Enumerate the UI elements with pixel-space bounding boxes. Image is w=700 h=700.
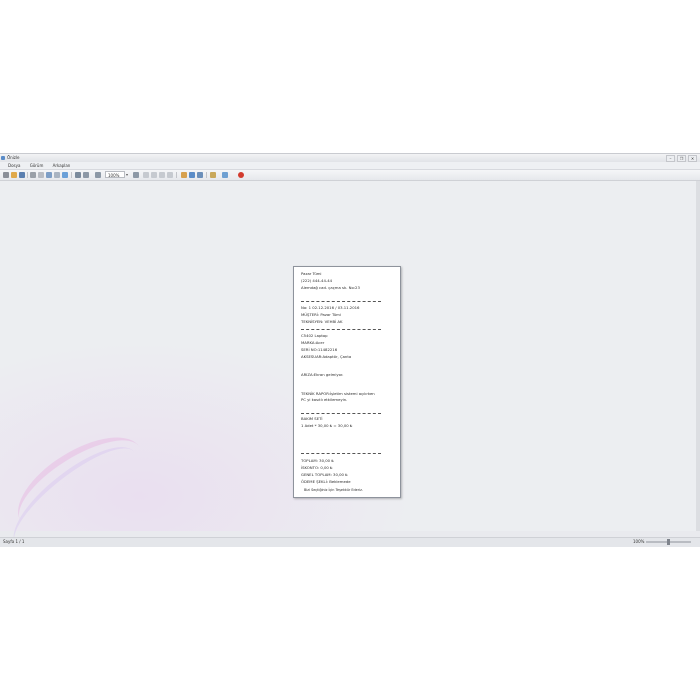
separator-line [301,301,381,302]
accessories-line: AKSESUAR:Adaptör, Çanta [301,354,352,359]
thanks-line: Bizi Seçtiğiniz İçin Teşekkür Ederiz. [304,488,363,492]
receipt-number-dates: No: 1 02.12.2016 / 03.11.2016 [301,305,360,310]
shop-phone: (222) 444-44-44 [301,278,333,283]
toolbar: 100% ▾ [0,170,700,181]
shop-address: Alemdağ cad. çaçma sk. No:23 [301,285,360,290]
watermark-icon[interactable] [189,172,195,178]
export-icon[interactable] [54,172,60,178]
multiple-pages-icon[interactable] [197,172,203,178]
separator-line [301,413,381,414]
shop-name: Pazar Tümi [301,271,322,276]
open-icon[interactable] [11,172,17,178]
toolbar-separator [206,172,207,178]
total-line: TOPLAM: 30,00 ₺ [301,458,334,463]
receipt-page: Pazar Tümi (222) 444-44-44 Alemdağ cad. … [293,266,401,498]
toolbar-separator [27,172,28,178]
hand-tool-icon[interactable] [75,172,81,178]
maintenance-line: 1 Adet * 30,00 ₺ = 30,00 ₺ [301,423,353,428]
page-setup-icon[interactable] [30,172,36,178]
print-preview-icon[interactable] [38,172,44,178]
preview-window: Önizle – ❐ ✕ Dosya Görüm Arkaplan 100% ▾ [0,153,700,566]
customer-line: MÜŞTERİ: Pazar Tümi [301,312,341,317]
technician-line: TEKNİSYEN: VEHBİ AK [301,319,343,324]
app-icon [1,156,5,160]
print-icon[interactable] [3,172,9,178]
brand-line: MARKA:Acer [301,340,325,345]
minimize-button[interactable]: – [666,155,675,162]
page-color-icon[interactable] [181,172,187,178]
previous-page-icon[interactable] [151,172,157,178]
discount-line: İSKONTO: 0,00 ₺ [301,465,333,470]
fault-line: ARIZA:Ekran gelmiyor. [301,372,344,377]
email-icon[interactable] [62,172,68,178]
window-controls: – ❐ ✕ [666,155,697,162]
send-dropdown-icon[interactable] [222,172,228,178]
separator-line [301,329,381,330]
page-info: Sayfa 1 / 1 [3,539,25,544]
payment-line: ÖDEME ŞEKLİ: Beklemede [301,479,351,484]
maintenance-title: BAKIM SETİ [301,416,323,421]
menu-gorum[interactable]: Görüm [30,162,44,169]
serial-line: SERİ NO:11482216 [301,347,338,352]
chevron-down-icon[interactable]: ▾ [126,172,128,177]
status-bar: Sayfa 1 / 1 100% [0,537,700,547]
zoom-out-icon[interactable] [95,172,101,178]
toolbar-separator [71,172,72,178]
maximize-button[interactable]: ❐ [677,155,686,162]
close-preview-icon[interactable] [238,172,244,178]
menu-arkaplan[interactable]: Arkaplan [53,162,71,169]
zoom-level: 100% [633,539,645,544]
zoom-slider-thumb[interactable] [667,539,670,545]
vertical-scrollbar[interactable] [696,181,700,531]
device-line: C5402 Laptop [301,333,328,338]
tech-report-line-2: PC yi kasıtlı etkilemeyin. [301,397,348,402]
menu-bar: Dosya Görüm Arkaplan [0,162,700,170]
next-page-icon[interactable] [159,172,165,178]
last-page-icon[interactable] [167,172,173,178]
zoom-in-icon[interactable] [133,172,139,178]
menu-dosya[interactable]: Dosya [8,162,20,169]
magnifier-icon[interactable] [83,172,89,178]
window-title: Önizle [7,155,20,160]
save-icon[interactable] [19,172,25,178]
copy-icon[interactable] [46,172,52,178]
close-button[interactable]: ✕ [688,155,697,162]
first-page-icon[interactable] [143,172,149,178]
zoom-select[interactable]: 100% [105,171,125,178]
toolbar-separator [176,172,177,178]
separator-line [301,453,381,454]
export-dropdown-icon[interactable] [210,172,216,178]
preview-canvas[interactable]: Pazar Tümi (222) 444-44-44 Alemdağ cad. … [0,181,696,566]
grand-total-line: GENEL TOPLAM: 30,00 ₺ [301,472,348,477]
tech-report-line: TEKNİK RAPOR:İşletim sistemi açılırken [301,391,375,396]
